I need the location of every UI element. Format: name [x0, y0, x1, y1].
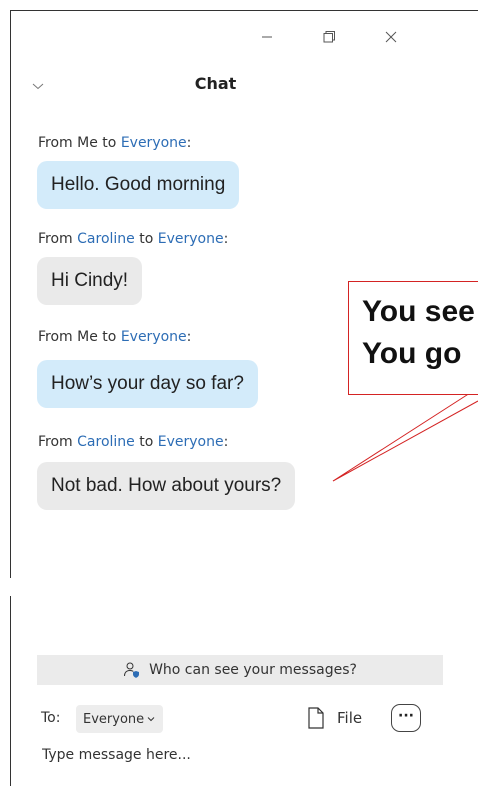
banner-text: Who can see your messages? [149, 662, 357, 678]
label-suffix: : [186, 329, 192, 345]
from-prefix: From [38, 231, 78, 247]
recipient-name[interactable]: Everyone [121, 329, 187, 345]
message-bubble-theirs: Hi Cindy! [37, 257, 143, 305]
recipient-name[interactable]: Everyone [158, 434, 224, 450]
chat-header: Chat [11, 72, 478, 98]
chat-title: Chat [194, 74, 237, 93]
to-word: to [134, 434, 158, 450]
recipient-name[interactable]: Everyone [121, 135, 187, 151]
message-sender-line: From Caroline to Everyone: [38, 434, 228, 450]
message-sender-line: From Me to Everyone: [38, 135, 191, 151]
message-sender-line: From Caroline to Everyone: [38, 231, 228, 247]
recipient-select[interactable]: Everyone [76, 705, 164, 733]
from-prefix: From [38, 434, 78, 450]
more-options-button[interactable]: ··· [391, 704, 421, 732]
message-sender-line: From Me to Everyone: [38, 329, 191, 345]
restore-icon [323, 31, 335, 43]
recipient-name[interactable]: Everyone [158, 231, 224, 247]
to-word: to [134, 231, 158, 247]
chevron-down-icon [147, 717, 155, 722]
restore-button[interactable] [314, 26, 344, 48]
to-word: to [97, 135, 121, 151]
label-suffix: : [186, 135, 192, 151]
window-left-border-lower [10, 596, 11, 786]
person-shield-icon [123, 661, 141, 679]
file-button[interactable]: File [307, 706, 362, 730]
message-bubble-mine: Hello. Good morning [37, 161, 240, 209]
sender-name: Me [77, 329, 98, 345]
from-prefix: From [38, 329, 78, 345]
minimize-button[interactable] [252, 26, 282, 48]
file-icon [308, 707, 324, 729]
close-icon [385, 31, 397, 43]
callout-line-1: You see [362, 295, 475, 328]
from-prefix: From [38, 135, 78, 151]
recipient-value: Everyone [83, 711, 145, 727]
label-suffix: : [223, 231, 229, 247]
speech-callout: You see You go [348, 281, 478, 395]
message-bubble-mine: How’s your day so far? [37, 360, 258, 408]
chat-window: Chat From Me to Everyone: Hello. Good mo… [0, 0, 478, 788]
sender-name[interactable]: Caroline [77, 231, 135, 247]
message-bubble-theirs: Not bad. How about yours? [37, 462, 296, 510]
window-controls [250, 26, 410, 48]
label-suffix: : [223, 434, 229, 450]
sender-name[interactable]: Caroline [77, 434, 135, 450]
message-input[interactable] [38, 743, 446, 767]
to-word: to [97, 329, 121, 345]
close-button[interactable] [376, 26, 406, 48]
to-label: To: [41, 710, 61, 726]
file-label: File [337, 709, 363, 727]
callout-line-2: You go [362, 337, 462, 370]
window-top-border [10, 10, 478, 11]
who-can-see-banner[interactable]: Who can see your messages? [37, 655, 443, 685]
sender-name: Me [77, 135, 98, 151]
minimize-icon [262, 36, 272, 38]
